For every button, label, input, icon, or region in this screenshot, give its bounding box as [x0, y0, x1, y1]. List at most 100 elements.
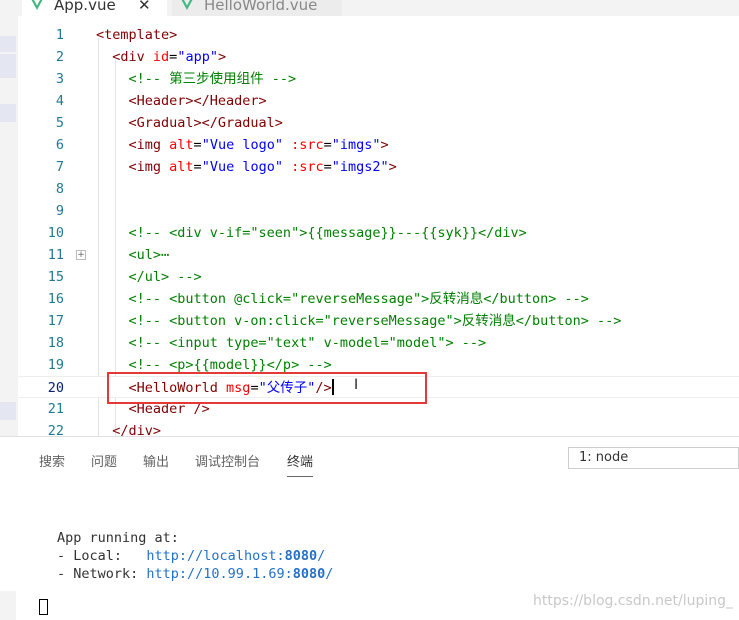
code-token: >	[380, 137, 389, 153]
line-number: 10	[47, 225, 64, 241]
code-text: <Gradual></Gradual>	[96, 112, 283, 134]
line-number: 8	[55, 181, 64, 197]
code-text: <ul>⋯	[96, 244, 170, 266]
line-number: 22	[47, 423, 64, 436]
code-line[interactable]: 5 <Gradual></Gradual>	[18, 112, 739, 134]
activity-strip-bottom	[0, 591, 16, 620]
code-token: "imgs"	[331, 137, 381, 153]
code-line[interactable]: 3 <!-- 第三步使用组件 -->	[18, 68, 739, 90]
strip-marker	[0, 402, 16, 420]
code-token: alt	[169, 137, 194, 153]
code-token: "Vue logo"	[201, 159, 283, 175]
line-number: 18	[47, 335, 64, 351]
tab-app-vue[interactable]: App.vue ✕	[22, 0, 167, 16]
code-token: </ul> -->	[96, 269, 202, 285]
code-line[interactable]: 22 </div>	[18, 420, 739, 436]
code-token: =	[193, 159, 202, 175]
code-token: =	[193, 137, 202, 153]
fold-expand-icon[interactable]: +	[76, 250, 86, 260]
code-token: :src	[291, 137, 324, 153]
code-token: alt	[169, 159, 194, 175]
code-line[interactable]: 4 <Header></Header>	[18, 90, 739, 112]
code-token: <!-- <p>{{model}}</p> -->	[96, 357, 332, 373]
code-line[interactable]: 1 <template>	[18, 24, 739, 46]
tab-search[interactable]: 搜索	[39, 451, 65, 470]
code-token: =	[323, 159, 332, 175]
network-url[interactable]: http://10.99.1.69:	[146, 566, 292, 582]
code-token: >	[388, 159, 397, 175]
line-number: 3	[55, 71, 64, 87]
code-line[interactable]: 7 <img alt="Vue logo" :src="imgs2">	[18, 156, 739, 178]
code-token: <img	[96, 137, 170, 153]
code-line[interactable]: 18 <!-- <input type="text" v-model="mode…	[18, 332, 739, 354]
code-token: "imgs2"	[331, 159, 389, 175]
code-line[interactable]: 15 </ul> -->	[18, 266, 739, 288]
network-port[interactable]: 8080	[293, 566, 326, 582]
line-number: 5	[55, 115, 64, 131]
activity-strip	[0, 16, 18, 436]
tab-problems[interactable]: 问题	[91, 451, 117, 470]
strip-marker	[0, 104, 16, 122]
local-url[interactable]: http://localhost:	[146, 548, 284, 564]
code-token: <img	[96, 159, 170, 175]
code-text: <template>	[96, 24, 177, 46]
code-text: <!-- <div v-if="seen">{{message}}---{{sy…	[96, 222, 527, 244]
text-cursor-icon: I	[354, 377, 359, 393]
terminal-output[interactable]: App running at: - Local: http://localhos…	[57, 529, 333, 583]
network-url-tail[interactable]: /	[325, 566, 333, 582]
code-line[interactable]: 2 <div id="app">	[18, 46, 739, 68]
code-token: "app"	[177, 49, 218, 65]
code-token: <div	[96, 49, 153, 65]
code-line[interactable]: 10 <!-- <div v-if="seen">{{message}}---{…	[18, 222, 739, 244]
code-line[interactable]: 6 <img alt="Vue logo" :src="imgs">	[18, 134, 739, 156]
terminal-line: App running at:	[57, 530, 179, 546]
close-icon[interactable]: ✕	[138, 0, 151, 14]
code-text: <img alt="Vue logo" :src="imgs">	[96, 134, 389, 156]
line-number: 7	[55, 159, 64, 175]
code-text: </ul> -->	[96, 266, 202, 288]
strip-marker	[0, 54, 16, 78]
line-number: 19	[47, 357, 64, 373]
line-number: 20	[47, 380, 64, 396]
line-number: 17	[47, 313, 64, 329]
tab-helloworld-vue[interactable]: HelloWorld.vue	[172, 0, 342, 16]
tab-terminal[interactable]: 终端	[287, 451, 314, 477]
code-line[interactable]: 16 <!-- <button @click="reverseMessage">…	[18, 288, 739, 310]
line-number: 1	[55, 27, 64, 43]
code-line[interactable]: 8	[18, 178, 739, 200]
code-token: <Gradual></Gradual>	[96, 115, 283, 131]
local-port[interactable]: 8080	[285, 548, 318, 564]
code-token: <!-- 第三步使用组件 -->	[96, 71, 297, 87]
tab-output[interactable]: 输出	[143, 451, 169, 470]
code-text: <!-- 第三步使用组件 -->	[96, 68, 297, 90]
line-number: 15	[47, 269, 64, 285]
code-text: <!-- <button v-on:click="reverseMessage"…	[96, 310, 622, 332]
line-number: 11	[47, 247, 64, 263]
code-token: <!-- <div v-if="seen">{{message}}---{{sy…	[96, 225, 527, 241]
line-number: 2	[55, 49, 64, 65]
code-line[interactable]: 9	[18, 200, 739, 222]
terminal-select[interactable]: 1: node	[568, 447, 739, 469]
line-number: 16	[47, 291, 64, 307]
strip-marker	[0, 36, 16, 52]
code-token: id	[152, 49, 170, 65]
highlight-box	[107, 372, 427, 404]
editor-tab-bar: App.vue ✕ HelloWorld.vue	[0, 0, 739, 16]
line-number: 21	[47, 401, 64, 417]
vue-file-icon	[31, 0, 43, 10]
code-text: </div>	[96, 420, 161, 436]
code-text: <!-- <button @click="reverseMessage">反转消…	[96, 288, 589, 310]
tab-debug-console[interactable]: 调试控制台	[195, 451, 260, 470]
vue-file-icon	[181, 0, 193, 10]
line-number: 9	[55, 203, 64, 219]
code-token: =	[323, 137, 332, 153]
watermark: https://blog.csdn.net/luping_	[533, 593, 734, 609]
network-label: - Network:	[57, 566, 147, 582]
code-token: </div>	[96, 423, 162, 436]
local-url-tail[interactable]: /	[317, 548, 325, 564]
code-text: <Header></Header>	[96, 90, 267, 112]
code-line[interactable]: 17 <!-- <button v-on:click="reverseMessa…	[18, 310, 739, 332]
code-line[interactable]: 11 + <ul>⋯	[18, 244, 739, 266]
code-text: <img alt="Vue logo" :src="imgs2">	[96, 156, 397, 178]
